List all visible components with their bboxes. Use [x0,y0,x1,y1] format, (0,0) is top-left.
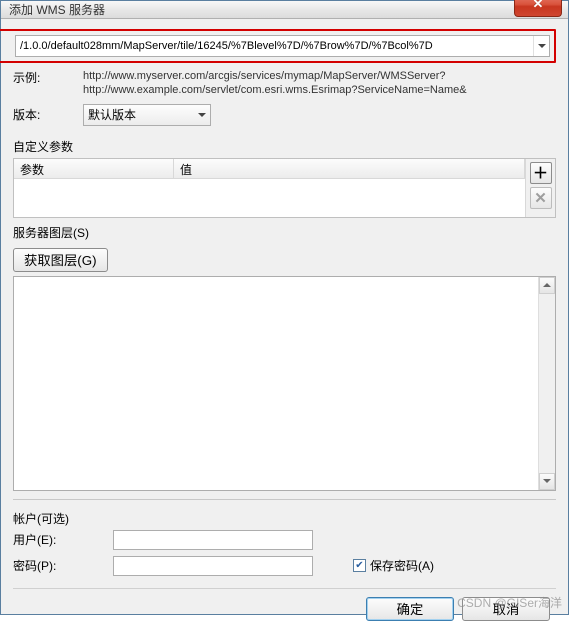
url-row: URL(U): [13,29,556,63]
param-header: 参数 值 [14,159,525,179]
example-line2: http://www.example.com/servlet/com.esri.… [83,83,467,97]
chevron-down-icon [198,113,206,117]
plus-icon: ＋ [533,162,548,183]
x-icon: ✕ [534,189,547,207]
password-row: 密码(P): ✔ 保存密码(A) [13,556,556,576]
example-text-block: http://www.myserver.com/arcgis/services/… [83,69,467,98]
server-layers-label: 服务器图层(S) [13,224,556,241]
close-button[interactable]: ✕ [514,0,562,17]
example-row: 示例: http://www.myserver.com/arcgis/servi… [13,69,556,98]
divider [13,499,556,500]
custom-params-table[interactable]: 参数 值 [14,159,525,217]
dialog-window: 添加 WMS 服务器 ✕ URL(U): 示例: http://www.myse… [0,0,569,615]
scroll-down-button[interactable] [539,473,555,490]
arrow-up-icon [543,283,551,287]
chevron-down-icon [538,44,546,48]
user-label: 用户(E): [13,531,113,548]
cancel-button[interactable]: 取消 [462,597,550,621]
ok-button[interactable]: 确定 [366,597,454,621]
remove-param-button[interactable]: ✕ [530,187,552,209]
custom-params-label: 自定义参数 [13,138,556,155]
scroll-up-button[interactable] [539,277,555,294]
password-input[interactable] [113,556,313,576]
scroll-track[interactable] [539,294,555,473]
user-row: 用户(E): [13,530,556,550]
url-combo[interactable] [15,35,550,57]
version-row: 版本: 默认版本 [13,104,556,126]
titlebar[interactable]: 添加 WMS 服务器 ✕ [1,1,568,19]
version-value: 默认版本 [88,106,136,123]
user-input[interactable] [113,530,313,550]
version-select[interactable]: 默认版本 [83,104,211,126]
dialog-body: URL(U): 示例: http://www.myserver.com/arcg… [1,19,568,633]
url-input[interactable] [16,36,533,56]
url-highlight-box: URL(U): [0,29,556,63]
custom-params-box: 参数 值 ＋ ✕ [13,158,556,218]
save-password-row: ✔ 保存密码(A) [353,557,434,574]
check-icon: ✔ [355,560,363,571]
layers-listbox[interactable] [13,276,556,491]
window-title: 添加 WMS 服务器 [9,1,105,18]
arrow-down-icon [543,479,551,483]
version-label: 版本: [13,106,83,123]
layers-list-inner [14,277,538,490]
account-label: 帐户(可选) [13,510,556,527]
close-icon: ✕ [533,0,544,11]
footer: 确定 取消 [13,588,556,625]
add-param-button[interactable]: ＋ [530,162,552,184]
get-layers-button[interactable]: 获取图层(G) [13,248,108,272]
save-password-checkbox[interactable]: ✔ [353,559,366,572]
url-dropdown-button[interactable] [533,36,549,56]
param-col-name: 参数 [14,159,174,178]
password-label: 密码(P): [13,557,113,574]
save-password-label: 保存密码(A) [370,557,434,574]
url-label: URL(U): [0,39,15,53]
param-side-buttons: ＋ ✕ [525,159,555,217]
example-line1: http://www.myserver.com/arcgis/services/… [83,69,467,83]
param-col-value: 值 [174,159,525,178]
layers-scrollbar[interactable] [538,277,555,490]
example-label: 示例: [13,69,83,86]
